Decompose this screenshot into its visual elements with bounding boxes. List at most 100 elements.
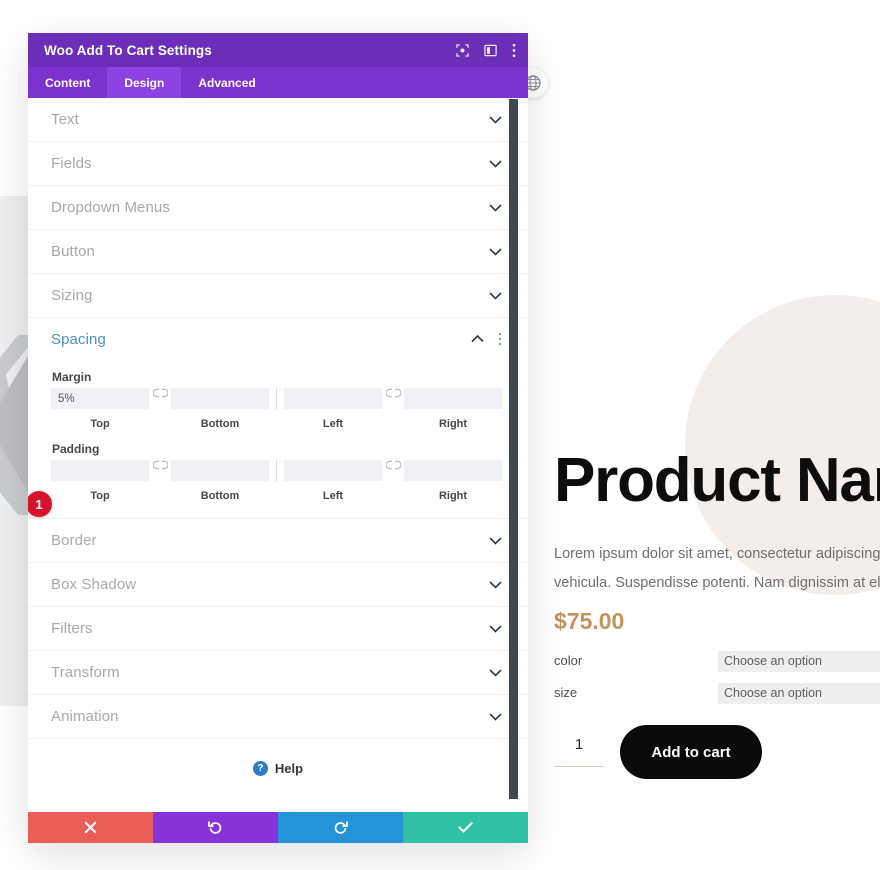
padding-top-input[interactable]: [51, 460, 149, 481]
option-select-color[interactable]: Choose an option: [718, 651, 880, 672]
section-dropdown-menus-label: Dropdown Menus: [51, 199, 170, 216]
product-preview: Product Name Lorem ipsum dolor sit amet,…: [540, 120, 880, 820]
section-transform[interactable]: Transform: [28, 651, 528, 695]
section-dropdown-menus[interactable]: Dropdown Menus: [28, 186, 528, 230]
option-row-size: size Choose an option: [554, 683, 880, 707]
section-button[interactable]: Button: [28, 230, 528, 274]
chevron-down-icon: [489, 247, 502, 256]
redo-button[interactable]: [278, 812, 403, 843]
modal-header: Woo Add To Cart Settings: [28, 33, 528, 67]
padding-top-bottom-link[interactable]: [149, 460, 171, 502]
close-x-icon: [84, 821, 97, 834]
save-button[interactable]: [403, 812, 528, 843]
undo-button[interactable]: [153, 812, 278, 843]
tab-design[interactable]: Design: [107, 67, 182, 98]
chevron-up-icon: [471, 334, 484, 343]
section-sizing[interactable]: Sizing: [28, 274, 528, 318]
chevron-down-icon: [489, 536, 502, 545]
section-spacing[interactable]: Spacing: [28, 318, 528, 360]
chevron-down-icon: [489, 115, 502, 124]
section-border[interactable]: Border: [28, 519, 528, 563]
modal-header-icons: [456, 43, 516, 58]
kebab-menu-icon[interactable]: [512, 43, 516, 58]
scrollbar-track[interactable]: [509, 98, 523, 812]
option-label-color: color: [554, 653, 583, 668]
section-animation[interactable]: Animation: [28, 695, 528, 739]
product-description: Lorem ipsum dolor sit amet, consectetur …: [554, 540, 880, 598]
section-border-label: Border: [51, 532, 97, 549]
padding-right-caption: Right: [438, 490, 468, 502]
margin-right-cell: Right: [404, 388, 502, 430]
tab-content[interactable]: Content: [28, 67, 107, 98]
option-label-size: size: [554, 685, 578, 700]
padding-top-cell: Top: [51, 460, 149, 502]
margin-left-caption: Left: [322, 418, 344, 430]
section-filters[interactable]: Filters: [28, 607, 528, 651]
screen: Product Name Lorem ipsum dolor sit amet,…: [0, 0, 880, 870]
margin-divider: [276, 388, 277, 410]
padding-bottom-input[interactable]: [171, 460, 269, 481]
section-options-kebab-icon[interactable]: [498, 332, 502, 346]
product-description-line-2: vehicula. Suspendisse potenti. Nam digni…: [554, 575, 880, 591]
help-link[interactable]: ? Help: [28, 739, 528, 797]
section-text[interactable]: Text: [28, 98, 528, 142]
margin-top-input[interactable]: [51, 388, 149, 409]
margin-right-caption: Right: [438, 418, 468, 430]
margin-left-right-pair: Left Right: [284, 388, 502, 430]
section-spacing-label: Spacing: [51, 330, 106, 348]
link-chain-icon[interactable]: [382, 388, 404, 410]
layout-panel-icon[interactable]: [484, 44, 497, 57]
padding-top-caption: Top: [90, 490, 110, 502]
link-chain-icon[interactable]: [149, 460, 171, 482]
margin-bottom-input[interactable]: [171, 388, 269, 409]
padding-left-caption: Left: [322, 490, 344, 502]
chevron-down-icon: [489, 668, 502, 677]
add-to-cart-button[interactable]: Add to cart: [620, 725, 762, 779]
section-fields-label: Fields: [51, 155, 92, 172]
chevron-down-icon: [489, 712, 502, 721]
option-row-color: color Choose an option: [554, 651, 880, 675]
chevron-down-icon: [489, 624, 502, 633]
section-fields[interactable]: Fields: [28, 142, 528, 186]
option-select-size[interactable]: Choose an option: [718, 683, 880, 704]
padding-label: Padding: [52, 442, 100, 456]
padding-left-input[interactable]: [284, 460, 382, 481]
margin-top-cell: Top: [51, 388, 149, 430]
product-description-line-1: Lorem ipsum dolor sit amet, consectetur …: [554, 546, 880, 562]
modal-title: Woo Add To Cart Settings: [44, 42, 212, 58]
padding-right-input[interactable]: [404, 460, 502, 481]
chevron-down-icon: [489, 580, 502, 589]
cancel-button[interactable]: [28, 812, 153, 843]
help-label: Help: [274, 760, 304, 776]
section-sizing-label: Sizing: [51, 287, 93, 304]
margin-left-input[interactable]: [284, 388, 382, 409]
chevron-down-icon: [489, 159, 502, 168]
padding-fields: Top Bottom Left Right: [51, 460, 502, 502]
padding-bottom-cell: Bottom: [171, 460, 269, 502]
padding-left-cell: Left: [284, 460, 382, 502]
margin-right-input[interactable]: [404, 388, 502, 409]
product-title: Product Name: [554, 446, 880, 515]
margin-left-right-link[interactable]: [382, 388, 404, 430]
section-animation-label: Animation: [51, 708, 119, 725]
padding-right-cell: Right: [404, 460, 502, 502]
link-chain-icon[interactable]: [149, 388, 171, 410]
margin-bottom-caption: Bottom: [200, 418, 240, 430]
question-mark-icon: ?: [252, 760, 268, 776]
padding-left-right-pair: Left Right: [284, 460, 502, 502]
link-chain-icon[interactable]: [382, 460, 404, 482]
margin-bottom-cell: Bottom: [171, 388, 269, 430]
padding-left-right-link[interactable]: [382, 460, 404, 502]
margin-top-bottom-link[interactable]: [149, 388, 171, 430]
undo-arrow-icon: [208, 821, 222, 834]
scrollbar-thumb[interactable]: [509, 99, 518, 799]
spacing-section-body: Margin Top: [28, 360, 528, 519]
tab-advanced[interactable]: Advanced: [181, 67, 272, 98]
focus-target-icon[interactable]: [456, 43, 469, 57]
section-filters-label: Filters: [51, 620, 93, 637]
section-box-shadow[interactable]: Box Shadow: [28, 563, 528, 607]
chevron-down-icon: [489, 203, 502, 212]
modal-footer: [28, 812, 528, 843]
product-price: $75.00: [554, 608, 625, 634]
quantity-input[interactable]: 1: [554, 736, 604, 767]
